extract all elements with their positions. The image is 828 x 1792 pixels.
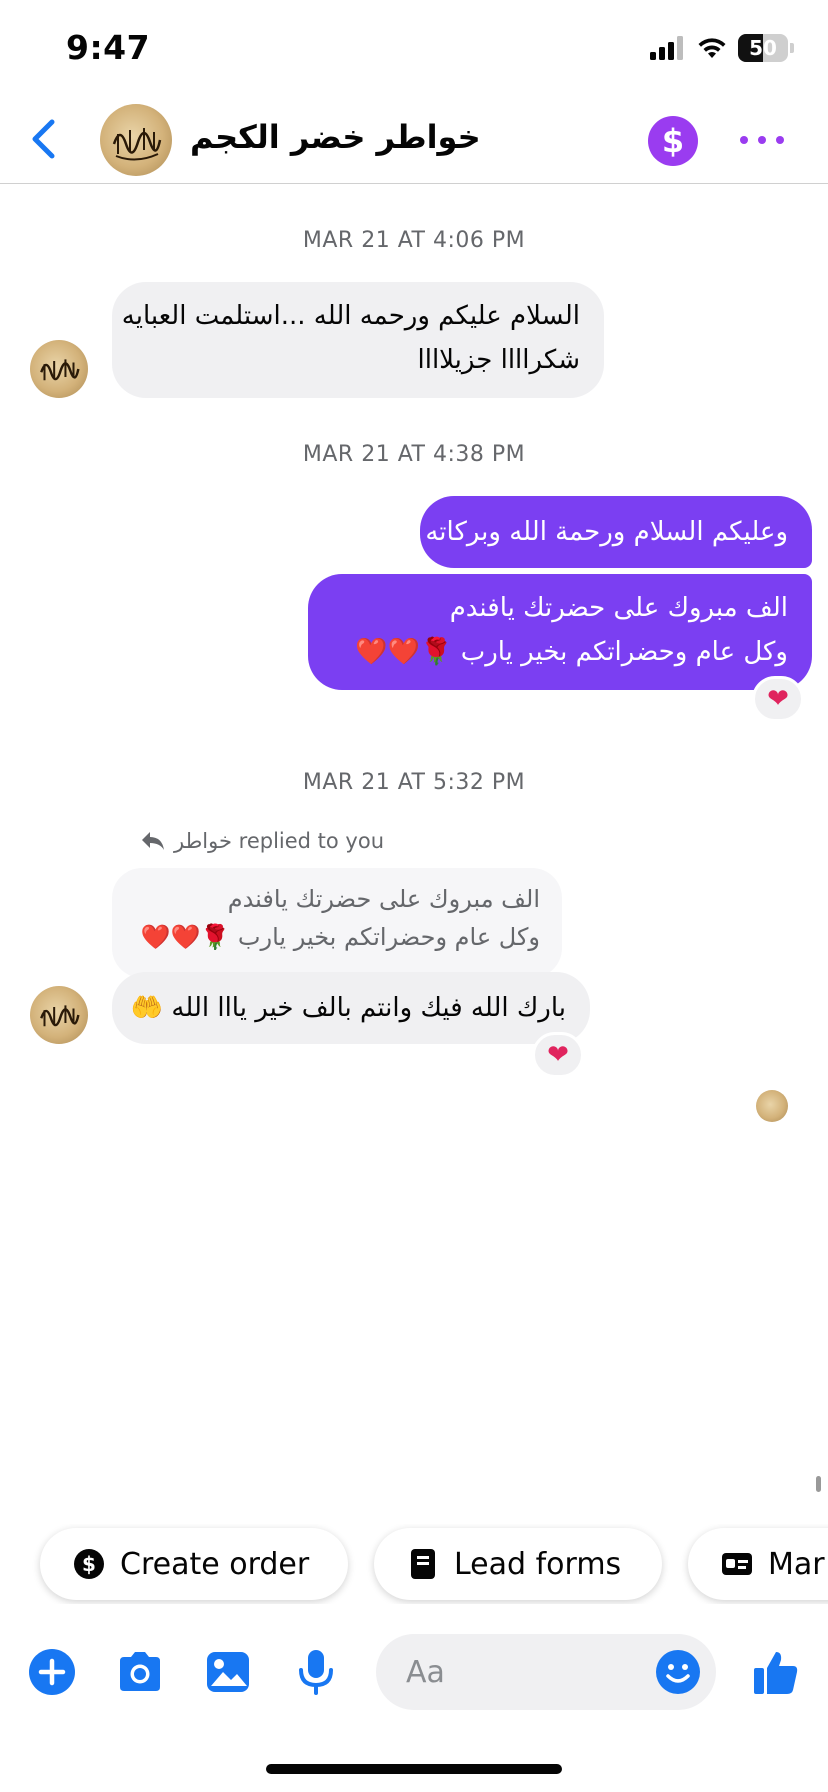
plus-icon [29,1649,75,1695]
card-icon [720,1547,754,1581]
heart-reaction[interactable]: ❤ [752,676,804,722]
message-text: الف مبروك على حضرتك يافندم [449,593,788,623]
message-text: بارك الله فيك وانتم بالف خير يااا الله 🤲 [130,993,566,1023]
wifi-icon [698,38,726,58]
battery-level: 50 [749,36,777,60]
status-bar: 9:47 50 [0,0,828,96]
more-options-button[interactable] [740,122,784,158]
heart-icon: ❤ [547,1040,569,1070]
dollar-icon: $ [661,122,685,160]
incoming-message[interactable]: بارك الله فيك وانتم بالف خير يااا الله 🤲 [112,972,590,1044]
form-icon [406,1547,440,1581]
chat-header: خواطر خضر الكجم $ [0,96,828,184]
lead-forms-button[interactable]: Lead forms [374,1528,662,1600]
like-button[interactable] [748,1644,804,1700]
home-indicator[interactable] [266,1764,562,1774]
sender-avatar[interactable] [30,986,88,1044]
timestamp: MAR 21 AT 4:06 PM [302,228,526,253]
chip-label: Mar [768,1546,825,1582]
heart-icon: ❤ [767,684,789,714]
outgoing-message[interactable]: وعليكم السلام ورحمة الله وبركاته [420,496,812,568]
contact-avatar[interactable] [100,104,172,176]
message-text: السلام عليكم ورحمه الله ...استلمت العباي… [121,301,580,331]
quoted-message[interactable]: الف مبروك على حضرتك يافندم وكل عام وحضرا… [112,868,562,978]
chip-label: Create order [120,1546,310,1582]
sender-avatar[interactable] [30,340,88,398]
timestamp: MAR 21 AT 4:38 PM [302,442,526,467]
battery-icon: 50 [738,34,788,62]
battery-cap [790,43,794,53]
calligraphy-logo-icon [40,359,80,381]
signal-icon [650,36,683,60]
message-text: وعليكم السلام ورحمة الله وبركاته [425,517,788,547]
message-text: وكل عام وحضراتكم بخير يارب 🌹❤️❤️ [355,637,788,667]
calligraphy-logo-icon [112,128,162,161]
gallery-button[interactable] [200,1644,256,1700]
timestamp: MAR 21 AT 5:32 PM [302,770,526,795]
seen-receipt-avatar [756,1090,788,1122]
message-composer [0,1628,828,1718]
reply-label-text: خواطر replied to you [174,829,385,853]
chip-label: Lead forms [454,1546,622,1582]
reply-arrow-icon [142,832,164,850]
add-button[interactable] [24,1644,80,1700]
contact-name[interactable]: خواطر خضر الكجم [190,118,481,156]
status-time: 9:47 [66,28,151,67]
incoming-message[interactable]: السلام عليكم ورحمه الله ...استلمت العباي… [112,282,604,398]
status-icons: 50 [650,34,794,62]
create-order-button[interactable]: $ Create order [40,1528,348,1600]
image-icon [207,1652,249,1692]
third-action-button[interactable]: Mar [688,1528,828,1600]
more-horizontal-icon [776,136,784,144]
scrollbar[interactable] [816,1476,821,1492]
message-text: شكراااا جزيلاااا [417,345,581,375]
dollar-circle-icon: $ [72,1547,106,1581]
quick-actions-bar: $ Create order Lead forms Mar [0,1524,828,1604]
chevron-left-icon [32,119,55,159]
emoji-button[interactable] [654,1648,702,1696]
payment-button[interactable]: $ [648,116,698,166]
microphone-icon [299,1650,333,1695]
camera-button[interactable] [112,1644,168,1700]
svg-text:$: $ [82,1552,96,1576]
heart-reaction[interactable]: ❤ [532,1032,584,1078]
emoji-icon [656,1650,700,1694]
camera-icon [120,1652,160,1691]
more-horizontal-icon [740,136,748,144]
back-button[interactable] [18,114,68,164]
reply-indicator: خواطر replied to you [140,829,384,853]
calligraphy-logo-icon [40,1005,80,1027]
outgoing-message[interactable]: الف مبروك على حضرتك يافندم وكل عام وحضرا… [308,574,812,690]
quoted-text: الف مبروك على حضرتك يافندم [227,885,540,913]
voice-button[interactable] [288,1644,344,1700]
more-horizontal-icon [758,136,766,144]
quoted-text: وكل عام وحضراتكم بخير يارب 🌹❤️❤️ [140,923,540,951]
thumbs-up-icon [754,1652,798,1694]
